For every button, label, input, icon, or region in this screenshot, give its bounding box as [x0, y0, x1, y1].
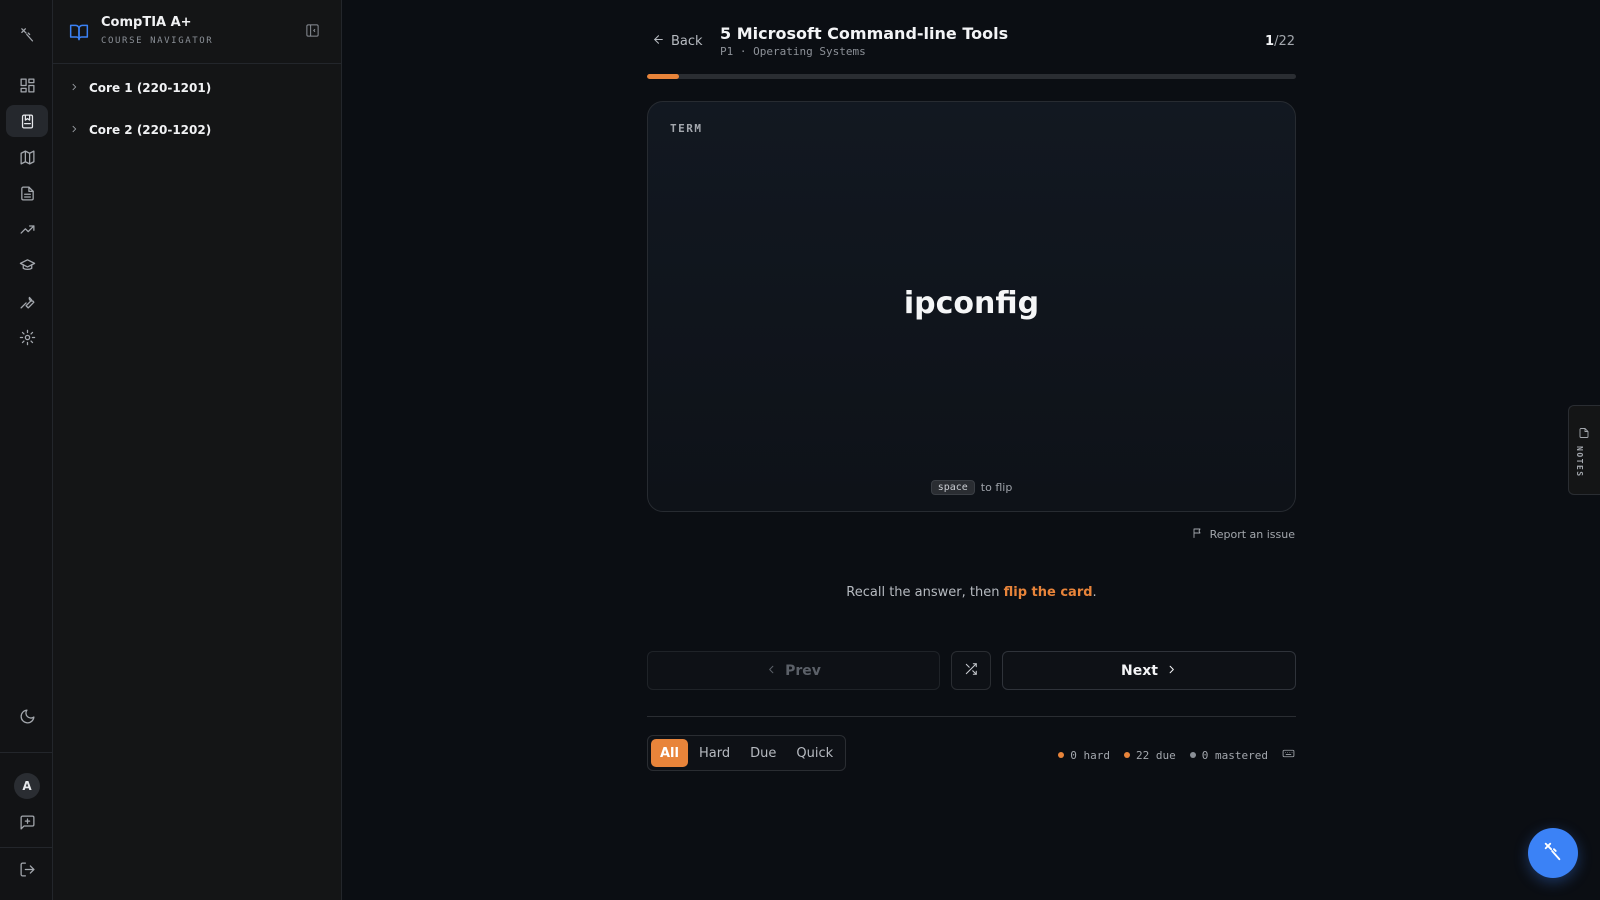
graduation-cap-icon[interactable] — [6, 249, 48, 281]
chevron-right-icon — [69, 123, 79, 137]
notes-icon[interactable] — [6, 177, 48, 209]
back-label: Back — [671, 34, 703, 49]
arrow-left-icon — [652, 33, 665, 50]
tree-item-core-1[interactable]: Core 1 (220-1201) — [69, 77, 211, 99]
stat-hard-text: 0 hard — [1070, 748, 1111, 762]
map-icon[interactable] — [6, 141, 48, 173]
flashcard[interactable]: TERM ipconfig space to flip — [647, 101, 1296, 512]
report-issue-link[interactable]: Report an issue — [1192, 527, 1295, 542]
filter-hard[interactable]: Hard — [690, 739, 739, 767]
tree-item-core-2[interactable]: Core 2 (220-1202) — [69, 119, 211, 141]
notes-tab[interactable]: NOTES — [1568, 405, 1600, 495]
keyboard-icon[interactable] — [1282, 747, 1295, 763]
moon-icon[interactable] — [6, 700, 48, 732]
counter-current: 1 — [1265, 34, 1275, 49]
filter-due[interactable]: Due — [741, 739, 785, 767]
card-term: ipconfig — [903, 286, 1040, 321]
recall-prefix: Recall the answer, then — [846, 585, 1004, 600]
tree-item-label: Core 2 (220-1202) — [89, 123, 212, 137]
prev-button[interactable]: Prev — [647, 651, 940, 690]
flip-card-link[interactable]: flip the card — [1004, 585, 1093, 600]
progress-bar — [647, 74, 1296, 79]
navigator-header: CompTIA A+ COURSE NAVIGATOR — [53, 0, 341, 64]
shuffle-button[interactable] — [951, 651, 991, 690]
flag-icon — [1192, 527, 1204, 542]
tree-item-label: Core 1 (220-1201) — [89, 81, 212, 95]
chevron-right-icon — [1166, 663, 1177, 679]
deck-stats: 0 hard 22 due 0 mastered — [1058, 747, 1295, 763]
card-counter: 1/22 — [1265, 34, 1295, 49]
hard-dot — [1058, 752, 1065, 758]
flashcards-icon[interactable] — [6, 105, 48, 137]
flip-hint: space to flip — [648, 480, 1295, 495]
collapse-panel-icon[interactable] — [305, 23, 321, 39]
filter-segmented-control: All Hard Due Quick — [647, 735, 847, 771]
note-icon — [1578, 424, 1590, 443]
assistant-fab-button[interactable] — [1528, 828, 1578, 878]
filter-all[interactable]: All — [651, 739, 688, 767]
book-icon — [69, 22, 89, 42]
progress-fill — [647, 74, 680, 79]
counter-total: /22 — [1274, 34, 1295, 49]
feedback-icon[interactable] — [6, 806, 48, 838]
report-label: Report an issue — [1209, 528, 1295, 541]
section-divider — [647, 716, 1296, 717]
dashboard-icon[interactable] — [6, 69, 48, 101]
space-key: space — [930, 480, 975, 495]
notes-tab-label: NOTES — [1575, 446, 1584, 478]
stat-hard: 0 hard — [1058, 749, 1110, 762]
next-button[interactable]: Next — [1002, 651, 1296, 690]
deck-title: 5 Microsoft Command-line Tools — [720, 24, 1009, 43]
deck-subtitle: P1 · Operating Systems — [720, 45, 866, 58]
next-label: Next — [1121, 662, 1158, 679]
tools-icon — [1542, 840, 1564, 866]
flip-hint-text: to flip — [980, 481, 1013, 494]
shuffle-icon — [964, 661, 978, 680]
navigator-subtitle: COURSE NAVIGATOR — [101, 36, 214, 46]
stat-mastered: 0 mastered — [1189, 748, 1268, 762]
trending-icon[interactable] — [6, 213, 48, 245]
stat-mastered-text: 0 mastered — [1201, 748, 1268, 762]
rail-divider — [0, 847, 53, 848]
logo-icon[interactable] — [6, 18, 48, 50]
rail-divider — [0, 752, 53, 753]
filter-quick[interactable]: Quick — [787, 739, 842, 767]
settings-icon[interactable] — [6, 321, 48, 353]
icon-rail: A — [0, 0, 53, 900]
back-button[interactable]: Back — [652, 33, 703, 50]
card-label: TERM — [670, 122, 703, 135]
wrench-icon[interactable] — [6, 285, 48, 317]
chevron-right-icon — [69, 81, 79, 95]
avatar[interactable]: A — [14, 773, 40, 799]
chevron-left-icon — [766, 663, 777, 679]
recall-suffix: . — [1092, 585, 1097, 600]
course-navigator: CompTIA A+ COURSE NAVIGATOR Core 1 (220-… — [53, 0, 342, 900]
logout-icon[interactable] — [6, 853, 48, 885]
mastered-dot — [1189, 752, 1196, 758]
prev-label: Prev — [785, 662, 821, 679]
stat-due: 22 due — [1124, 749, 1176, 762]
navigator-title: CompTIA A+ — [101, 15, 192, 30]
due-dot — [1124, 752, 1131, 758]
stat-due-text: 22 due — [1136, 748, 1176, 762]
recall-instruction: Recall the answer, then flip the card. — [647, 585, 1296, 600]
